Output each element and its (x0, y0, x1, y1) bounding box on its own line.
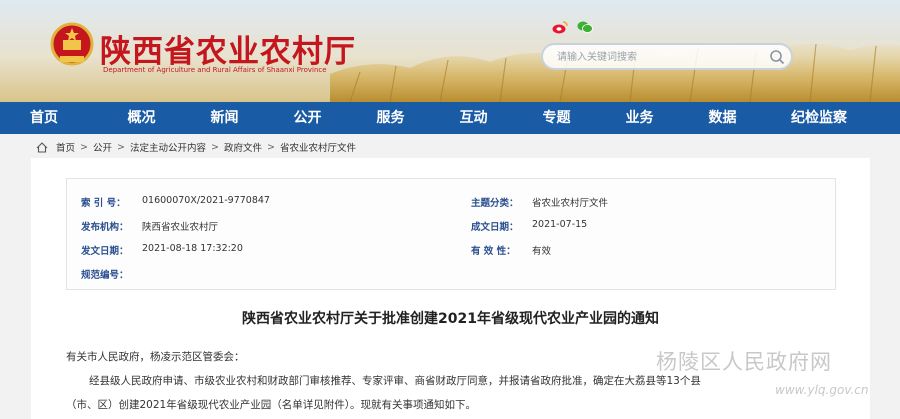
paragraph-line-2: （市、区）创建2021年省级现代农业产业园（名单详见附件）。现就有关事项通知如下… (66, 399, 476, 411)
nav-item-discipline[interactable]: 纪检监察 (764, 102, 874, 134)
index-number-value: 01600070X/2021-9770847 (142, 195, 270, 206)
search-input[interactable] (557, 49, 757, 65)
salutation-text: 有关市人民政府，杨凌示范区管委会： (66, 351, 245, 363)
nav-item-overview[interactable]: 概况 (100, 102, 183, 134)
breadcrumb-separator: > (210, 141, 219, 153)
document-number-label: 规范编号： (81, 270, 129, 281)
index-number-label: 索 引 号： (81, 198, 126, 209)
search-box[interactable] (541, 43, 793, 70)
site-subtitle: Department of Agriculture and Rural Affa… (103, 66, 327, 74)
nav-item-public[interactable]: 公开 (266, 102, 349, 134)
validity-label: 有 效 性： (471, 246, 516, 257)
validity-value: 有效 (532, 246, 552, 257)
header-banner: 陕西省农业农村厅 Department of Agriculture and R… (0, 0, 900, 102)
content-card: 索 引 号： 01600070X/2021-9770847 主题分类： 省农业农… (31, 158, 870, 419)
breadcrumb-separator: > (117, 141, 125, 153)
publisher-label: 发布机构： (81, 222, 129, 233)
document-metadata-box: 索 引 号： 01600070X/2021-9770847 主题分类： 省农业农… (66, 178, 836, 290)
breadcrumb-public[interactable]: 公开 (93, 140, 112, 154)
search-icon[interactable] (769, 49, 785, 65)
breadcrumb-separator: > (80, 141, 88, 153)
breadcrumb-dept-documents[interactable]: 省农业农村厅文件 (280, 140, 356, 154)
breadcrumb-gov-documents[interactable]: 政府文件 (224, 140, 262, 154)
publisher-value: 陕西省农业农村厅 (142, 222, 219, 233)
wechat-icon[interactable] (577, 20, 593, 34)
published-date-value: 2021-08-18 17:32:20 (142, 243, 243, 254)
nav-item-service[interactable]: 服务 (349, 102, 432, 134)
home-icon[interactable] (36, 141, 48, 153)
breadcrumb-statutory-content[interactable]: 法定主动公开内容 (130, 140, 206, 154)
nav-item-interaction[interactable]: 互动 (432, 102, 515, 134)
written-date-value: 2021-07-15 (532, 219, 588, 230)
breadcrumb-separator: > (266, 141, 275, 153)
topic-category-value: 省农业农村厅文件 (532, 198, 609, 209)
main-nav: 首页 概况 新闻 公开 服务 互动 专题 业务 数据 纪检监察 (0, 102, 900, 134)
nav-item-news[interactable]: 新闻 (183, 102, 266, 134)
paragraph-line-1: 经县级人民政府申请、市级农业农村和财政部门审核推荐、专家评审、商省财政厅同意，并… (89, 375, 701, 387)
watermark-text: 杨陵区人民政府网 (656, 350, 832, 374)
written-date-label: 成文日期： (471, 222, 519, 233)
page: 陕西省农业农村厅 Department of Agriculture and R… (0, 0, 900, 419)
published-date-label: 发文日期： (81, 246, 129, 257)
document-title: 陕西省农业农村厅关于批准创建2021年省级现代农业产业园的通知 (242, 311, 659, 327)
nav-item-business[interactable]: 业务 (598, 102, 681, 134)
nav-item-data[interactable]: 数据 (681, 102, 764, 134)
breadcrumb: 首页 > 公开 > 法定主动公开内容 > 政府文件 > 省农业农村厅文件 (36, 140, 356, 154)
watermark-url: www.ylq.gov.cn (775, 383, 869, 397)
weibo-icon[interactable] (552, 20, 568, 34)
national-emblem-icon (50, 22, 94, 66)
site-title: 陕西省农业农村厅 (100, 34, 356, 70)
nav-item-topics[interactable]: 专题 (515, 102, 598, 134)
topic-category-label: 主题分类： (471, 198, 519, 209)
breadcrumb-home[interactable]: 首页 (56, 140, 75, 154)
nav-item-home[interactable]: 首页 (0, 102, 100, 134)
